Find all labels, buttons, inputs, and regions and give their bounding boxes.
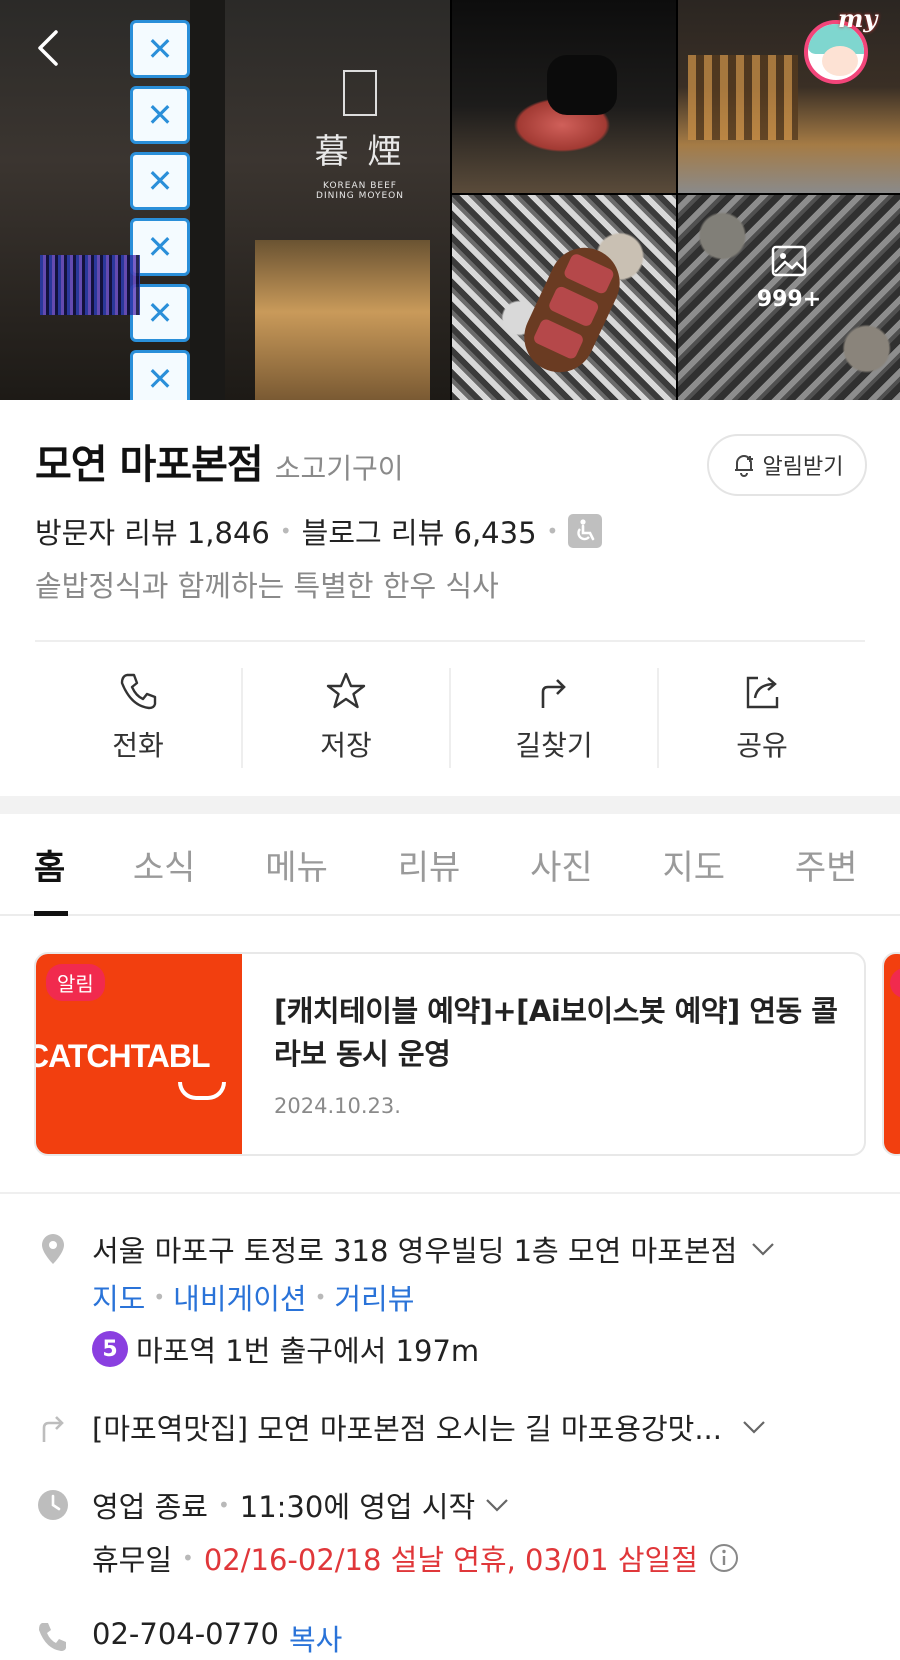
notice-date: 2024.10.23. xyxy=(274,1094,401,1118)
tab-map[interactable]: 지도 xyxy=(628,814,760,914)
phone-row: 02-704-0770 복사 xyxy=(92,1617,342,1659)
hours-next: 11:30에 영업 시작 xyxy=(239,1490,476,1524)
bell-plus-icon xyxy=(734,455,753,477)
notice-title: [캐치테이블 예약]+[Ai보이스봇 예약] 연동 콜라보 동시 운영 xyxy=(274,994,838,1071)
subway-line-badge: 5 xyxy=(92,1331,128,1367)
info-icon[interactable] xyxy=(708,1542,740,1574)
image-icon xyxy=(771,245,807,277)
separator-dot: • xyxy=(546,519,559,543)
call-label: 전화 xyxy=(112,729,164,762)
place-header: 모연 마포본점 소고기구이 xyxy=(35,432,404,490)
directions-button[interactable]: 길찾기 xyxy=(451,668,659,768)
review-stats: 방문자 리뷰 1,846 • 블로그 리뷰 6,435 • xyxy=(35,510,603,552)
alarm-button[interactable]: 알림받기 xyxy=(707,434,867,496)
action-bar: 전화 저장 길찾기 공유 xyxy=(35,668,865,768)
place-name: 모연 마포본점 xyxy=(35,442,264,488)
separator-dot: • xyxy=(217,1493,230,1517)
award-ribbons: ✕ ✕ ✕ ✕ ✕ ✕ xyxy=(130,20,196,400)
notice-thumbnail: CATCHTABL 알림 xyxy=(36,954,242,1154)
section-separator xyxy=(0,796,900,814)
street-lights xyxy=(40,255,140,315)
visitor-reviews-link[interactable]: 방문자 리뷰 1,846 xyxy=(35,510,270,552)
streetview-link[interactable]: 거리뷰 xyxy=(334,1276,414,1318)
clock-icon xyxy=(38,1490,68,1520)
ribbon-icon: ✕ xyxy=(130,86,190,144)
ribbon-icon: ✕ xyxy=(130,152,190,210)
glove-hand xyxy=(547,55,617,115)
my-avatar-badge[interactable]: my xyxy=(796,4,880,86)
separator-dot: • xyxy=(182,1546,194,1570)
address-row[interactable]: 서울 마포구 토정로 318 영우빌딩 1층 모연 마포본점 xyxy=(92,1228,775,1270)
photo-more[interactable]: 999+ xyxy=(678,195,900,400)
navigation-link[interactable]: 내비게이션 xyxy=(173,1276,306,1318)
holiday-label: 휴무일 xyxy=(92,1543,173,1577)
separator-dot: • xyxy=(153,1285,166,1309)
copy-button[interactable]: 복사 xyxy=(289,1617,342,1659)
address-text: 서울 마포구 토정로 318 영우빌딩 1층 모연 마포본점 xyxy=(92,1234,738,1268)
hours-status: 영업 종료 xyxy=(92,1490,208,1524)
location-pin-icon xyxy=(42,1234,64,1264)
photo-meat[interactable] xyxy=(452,0,676,193)
notice-card[interactable]: CATCHTABL 알림 [캐치테이블 예약]+[Ai보이스봇 예약] 연동 콜… xyxy=(34,952,866,1156)
my-badge-label: my xyxy=(838,4,878,33)
tab-news[interactable]: 소식 xyxy=(98,814,230,914)
meat-platter xyxy=(512,236,632,384)
tab-menu[interactable]: 메뉴 xyxy=(230,814,362,914)
route-arrow-icon xyxy=(42,1416,64,1442)
share-icon xyxy=(746,676,779,709)
subway-row: 5 마포역 1번 출구에서 197m xyxy=(92,1328,479,1370)
divider xyxy=(0,1192,900,1194)
interior-shelf xyxy=(688,55,798,140)
chevron-down-icon[interactable] xyxy=(742,1420,766,1434)
photo-gallery[interactable]: ✕ ✕ ✕ ✕ ✕ ✕ 暮 煙 KOREAN BEEF DINING MOYEO… xyxy=(0,0,900,400)
alarm-label: 알림받기 xyxy=(762,455,844,480)
back-arrow-icon[interactable] xyxy=(30,28,70,68)
directions-label: 길찾기 xyxy=(515,729,593,762)
share-button[interactable]: 공유 xyxy=(659,668,865,768)
address-links: 지도 • 내비게이션 • 거리뷰 xyxy=(92,1276,414,1318)
place-category: 소고기구이 xyxy=(274,452,404,485)
subway-text: 마포역 1번 출구에서 197m xyxy=(136,1334,480,1368)
tab-review[interactable]: 리뷰 xyxy=(363,814,495,914)
main-photo[interactable]: ✕ ✕ ✕ ✕ ✕ ✕ 暮 煙 KOREAN BEEF DINING MOYEO… xyxy=(0,0,450,400)
directions-row[interactable]: [마포역맛집] 모연 마포본점 오시는 길 마포용강맛... xyxy=(92,1406,766,1448)
tab-home[interactable]: 홈 xyxy=(0,814,98,916)
photo-table-spread[interactable] xyxy=(452,195,676,400)
phone-number[interactable]: 02-704-0770 xyxy=(92,1617,279,1659)
next-notice-card[interactable] xyxy=(882,952,900,1156)
directions-icon xyxy=(541,679,566,708)
ribbon-icon: ✕ xyxy=(130,20,190,78)
phone-icon xyxy=(120,673,157,710)
blog-reviews-link[interactable]: 블로그 리뷰 6,435 xyxy=(302,510,537,552)
smile-mark xyxy=(178,1082,226,1100)
save-label: 저장 xyxy=(320,729,372,762)
separator-dot: • xyxy=(279,519,292,543)
tab-photo[interactable]: 사진 xyxy=(495,814,627,914)
share-label: 공유 xyxy=(736,729,788,762)
catchtable-logo: CATCHTABL xyxy=(36,1038,211,1074)
hours-row[interactable]: 영업 종료 • 11:30에 영업 시작 xyxy=(92,1484,509,1526)
holiday-row: 휴무일 • 02/16-02/18 설날 연휴, 03/01 삼일절 xyxy=(92,1537,740,1579)
chevron-down-icon[interactable] xyxy=(751,1242,775,1256)
divider xyxy=(35,640,865,642)
phone-icon xyxy=(39,1623,66,1651)
place-description: 솥밥정식과 함께하는 특별한 한우 식사 xyxy=(35,569,499,603)
holiday-text: 02/16-02/18 설날 연휴, 03/01 삼일절 xyxy=(203,1543,698,1577)
separator-dot: • xyxy=(314,1285,327,1309)
shopfront-window xyxy=(255,240,430,400)
photo-count: 999+ xyxy=(756,287,822,312)
call-button[interactable]: 전화 xyxy=(35,668,243,768)
map-link[interactable]: 지도 xyxy=(92,1276,145,1318)
restaurant-logo: 暮 煙 KOREAN BEEF DINING MOYEON xyxy=(305,70,415,201)
save-button[interactable]: 저장 xyxy=(243,668,451,768)
directions-text: [마포역맛집] 모연 마포본점 오시는 길 마포용강맛... xyxy=(92,1412,722,1446)
chevron-down-icon[interactable] xyxy=(485,1498,509,1512)
star-icon xyxy=(326,672,366,709)
tab-nearby[interactable]: 주변 xyxy=(760,814,892,914)
notice-badge: 알림 xyxy=(46,964,105,1001)
tab-bar: 홈 소식 메뉴 리뷰 사진 지도 주변 xyxy=(0,814,900,916)
wheelchair-icon xyxy=(568,514,603,548)
ribbon-icon: ✕ xyxy=(130,350,190,400)
